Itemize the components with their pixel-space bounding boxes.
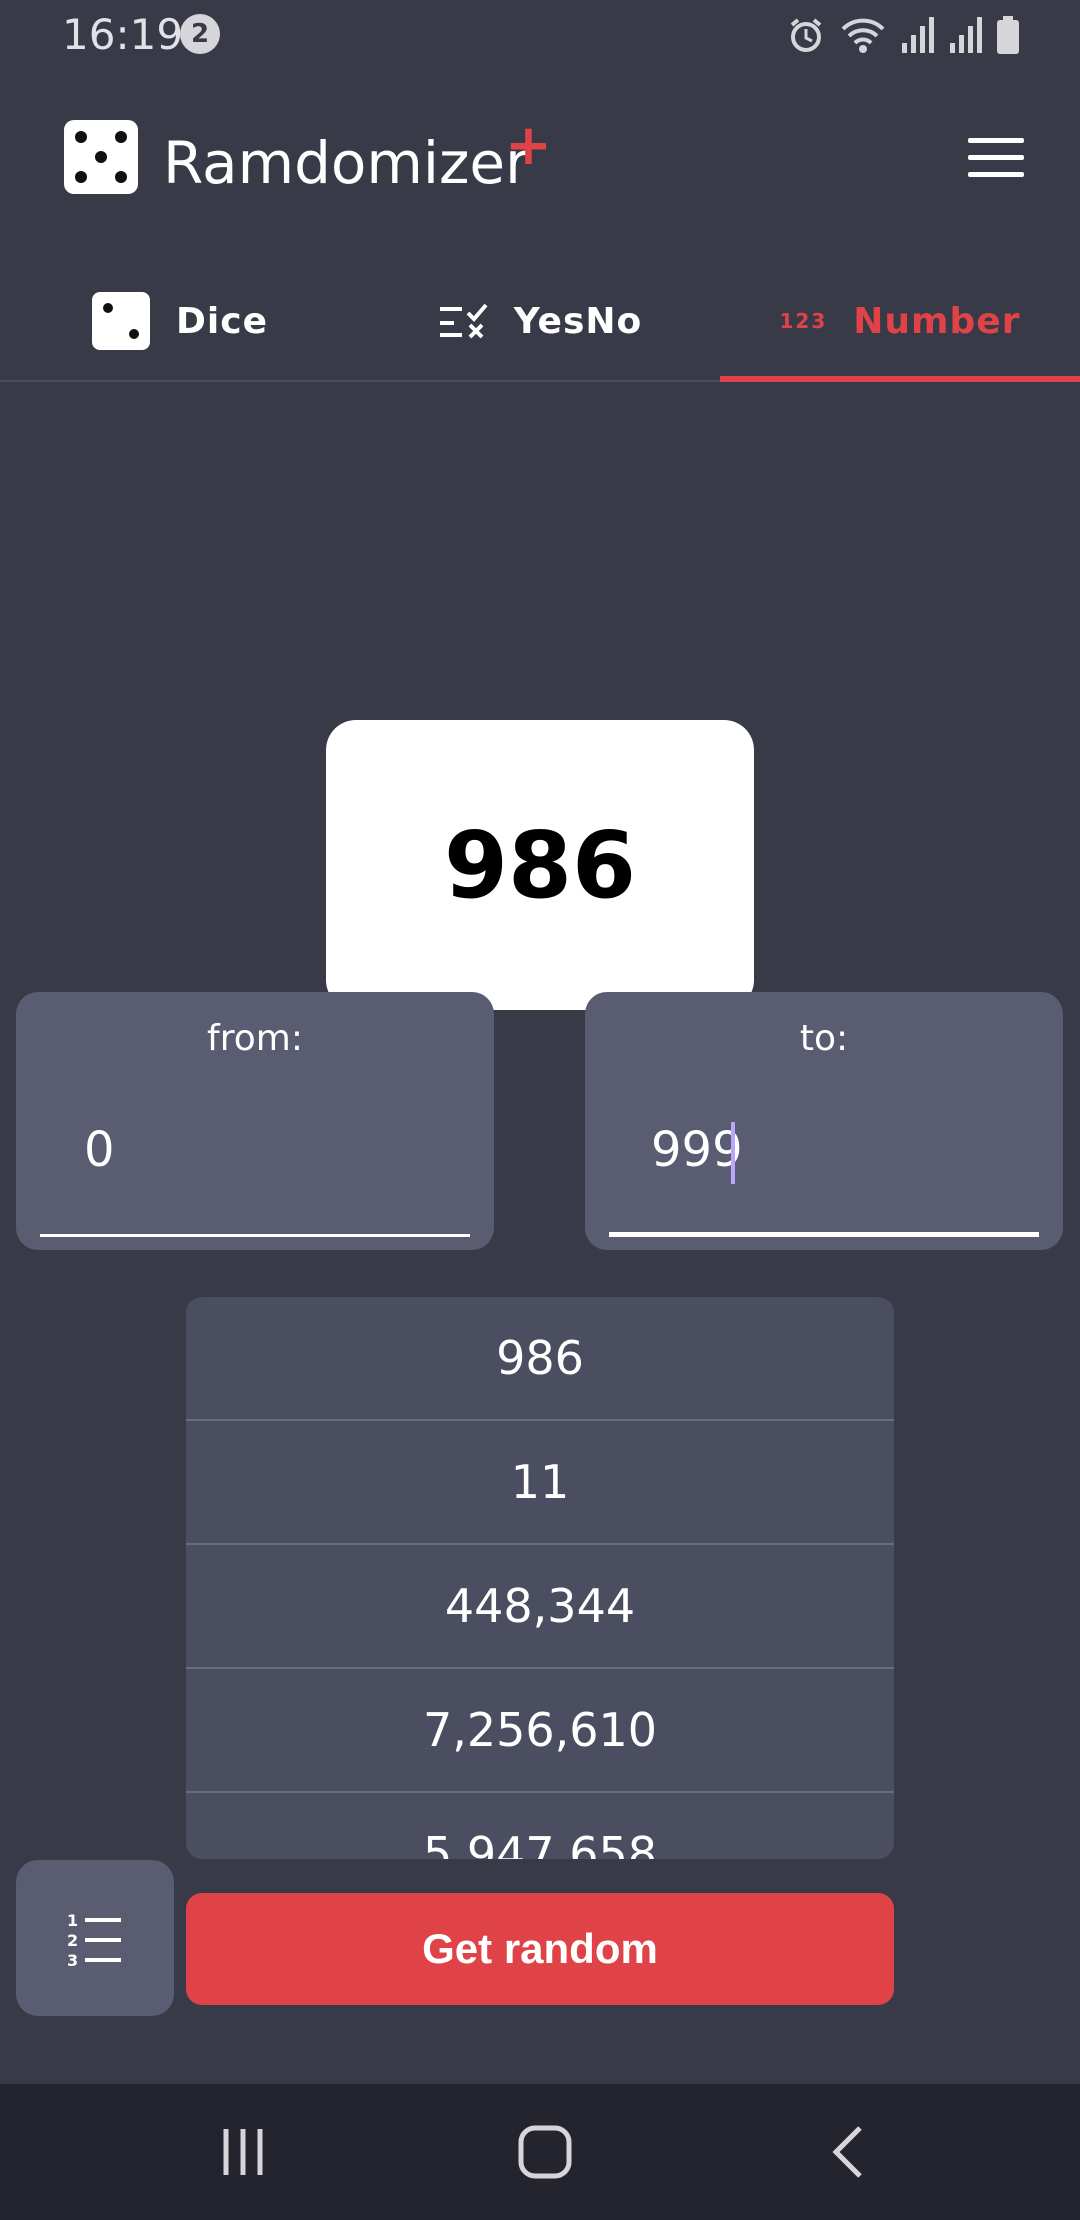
to-label: to:: [799, 1018, 849, 1059]
text-cursor: [731, 1122, 735, 1184]
to-input[interactable]: 999: [651, 1122, 743, 1178]
history-item: 7,256,610: [186, 1669, 894, 1793]
from-underline: [40, 1234, 470, 1237]
numbered-list-icon: 1 2 3: [67, 1911, 121, 1968]
get-random-button[interactable]: Get random: [186, 1893, 894, 2005]
tab-yesno[interactable]: YesNo: [360, 260, 720, 382]
history-item: 448,344: [186, 1545, 894, 1669]
result-card: 986: [326, 720, 754, 1010]
dice-icon: [92, 292, 150, 350]
to-underline: [609, 1232, 1039, 1237]
home-button[interactable]: [485, 2084, 605, 2220]
home-icon: [518, 2125, 572, 2179]
tab-number[interactable]: 123 Number: [720, 260, 1080, 382]
signal-icon: [950, 17, 982, 53]
tab-yesno-label: YesNo: [513, 300, 643, 342]
active-tab-indicator: [720, 376, 1080, 382]
tab-bar: Dice YesNo 123 Number: [0, 260, 1080, 382]
battery-icon: [997, 16, 1019, 54]
svg-text:3: 3: [67, 1951, 78, 1968]
signal-icon: [902, 17, 934, 53]
history-button[interactable]: 1 2 3: [16, 1860, 174, 2016]
tab-dice-label: Dice: [176, 300, 268, 342]
back-icon: [832, 2126, 862, 2178]
from-field[interactable]: from: 0: [16, 992, 494, 1250]
wifi-icon: [841, 18, 885, 53]
svg-text:2: 2: [67, 1931, 78, 1950]
app-title: Ramdomizer: [163, 129, 529, 197]
yes-no-icon: [439, 303, 488, 339]
app-logo-dice-icon: [64, 120, 138, 194]
recent-apps-button[interactable]: [183, 2084, 303, 2220]
history-item: 986: [186, 1297, 894, 1421]
svg-text:1: 1: [67, 1911, 78, 1930]
result-value: 986: [443, 811, 637, 919]
system-nav-bar: [0, 2084, 1080, 2220]
back-button[interactable]: [788, 2084, 908, 2220]
status-icons: [786, 12, 1020, 58]
recent-apps-icon: [223, 2129, 263, 2175]
status-time: 16:19: [62, 10, 184, 59]
history-list[interactable]: 986 11 448,344 7,256,610 5,947,658: [186, 1297, 894, 1859]
notification-count-badge: 2: [180, 14, 220, 54]
alarm-icon: [790, 18, 822, 52]
from-input[interactable]: 0: [84, 1122, 115, 1178]
tab-number-label: Number: [853, 300, 1021, 342]
app-title-plus: +: [505, 113, 552, 178]
history-item: 5,947,658: [186, 1793, 894, 1859]
history-item: 11: [186, 1421, 894, 1545]
to-field[interactable]: to: 999: [585, 992, 1063, 1250]
from-label: from:: [207, 1018, 303, 1059]
123-icon: 123: [779, 309, 828, 333]
tab-dice[interactable]: Dice: [0, 260, 360, 382]
hamburger-menu-icon[interactable]: [968, 138, 1024, 178]
